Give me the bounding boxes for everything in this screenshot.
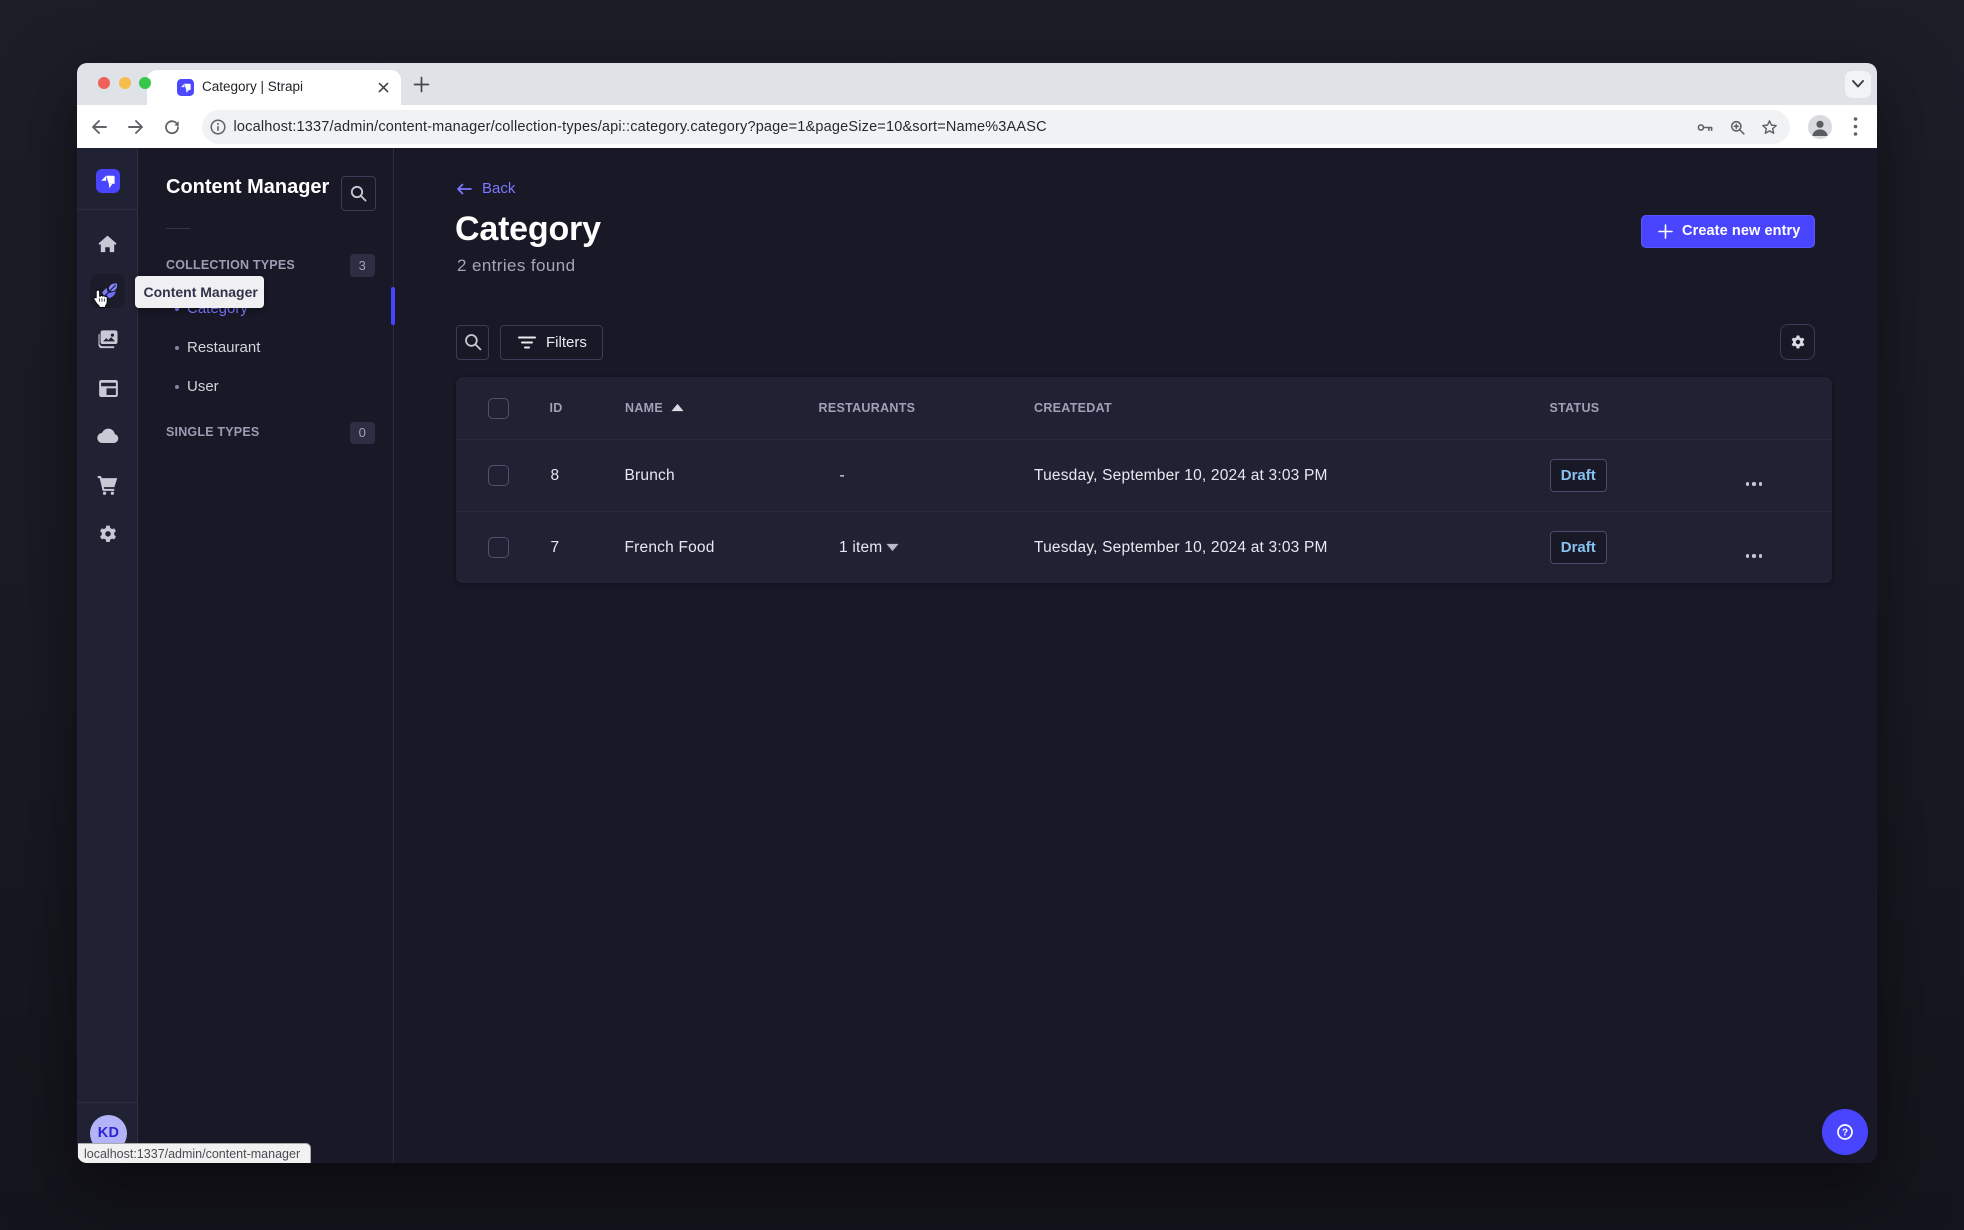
- svg-text:?: ?: [1842, 1127, 1848, 1138]
